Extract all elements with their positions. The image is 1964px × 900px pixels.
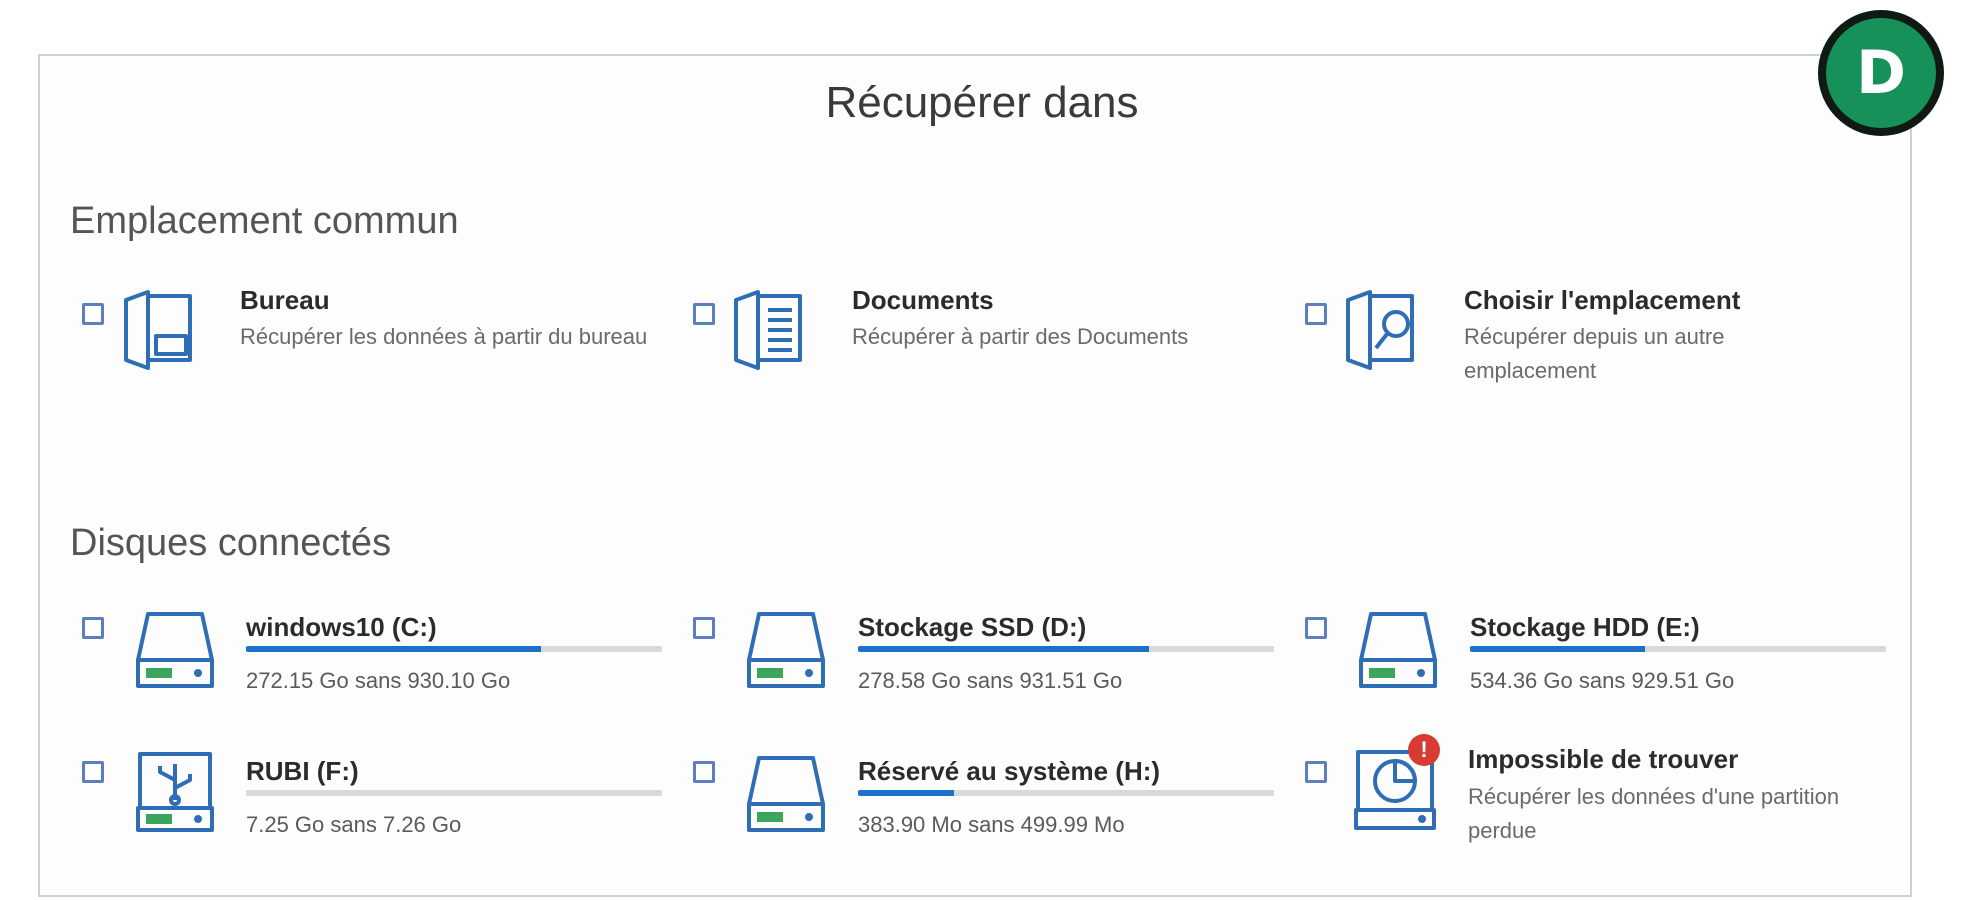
disk-d-size: 278.58 Go sans 931.51 Go	[858, 668, 1123, 693]
documents-location-desc: Récupérer à partir des Documents	[852, 324, 1189, 349]
disk-d-name: Stockage SSD (D:)	[858, 612, 1087, 642]
disk-e-size: 534.36 Go sans 929.51 Go	[1470, 668, 1735, 693]
disk-e-usage-fill	[1470, 646, 1645, 652]
disk-h-size: 383.90 Mo sans 499.99 Mo	[858, 812, 1125, 837]
disk-c-name: windows10 (C:)	[246, 612, 437, 642]
choose-location-checkbox[interactable]	[1305, 303, 1327, 325]
disk-h-checkbox[interactable]	[693, 761, 715, 783]
common-locations-heading: Emplacement commun	[70, 200, 459, 242]
desktop-location-desc: Récupérer les données à partir du bureau	[240, 324, 648, 349]
documents-folder-icon	[734, 290, 802, 370]
disk-c-usage-fill	[246, 646, 542, 652]
disk-e-checkbox[interactable]	[1305, 617, 1327, 639]
documents-checkbox[interactable]	[693, 303, 715, 325]
disk-h-name: Réservé au système (H:)	[858, 756, 1161, 786]
disk-f-usage-bar	[246, 790, 662, 796]
disk-d-usage-fill	[858, 646, 1150, 652]
documents-location-name: Documents	[852, 285, 994, 315]
folder-search-icon	[1346, 290, 1414, 370]
choose-location-name: Choisir l'emplacement	[1464, 285, 1741, 315]
hard-drive-icon	[136, 612, 214, 688]
lost-partition-desc: Récupérer les données d'une partition pe…	[1468, 784, 1840, 843]
desktop-checkbox[interactable]	[82, 303, 104, 325]
disk-e-usage-bar	[1470, 646, 1886, 652]
disk-h-usage-bar	[858, 790, 1274, 796]
disk-e-name: Stockage HDD (E:)	[1470, 612, 1700, 642]
usb-drive-icon	[136, 752, 214, 832]
disk-f-checkbox[interactable]	[82, 761, 104, 783]
lost-partition-checkbox[interactable]	[1305, 761, 1327, 783]
disk-c-usage-bar	[246, 646, 662, 652]
connected-disks-heading: Disques connectés	[70, 522, 392, 564]
choose-location-desc: Récupérer depuis un autre emplacement	[1464, 324, 1725, 383]
disk-f-name: RUBI (F:)	[246, 756, 359, 786]
desktop-folder-icon	[124, 290, 192, 370]
disk-c-size: 272.15 Go sans 930.10 Go	[246, 668, 511, 693]
hard-drive-icon	[1359, 612, 1437, 688]
disk-h-usage-fill	[858, 790, 954, 796]
dialog-title: Récupérer dans	[825, 78, 1139, 127]
lost-partition-name: Impossible de trouver	[1468, 744, 1739, 774]
disk-c-checkbox[interactable]	[82, 617, 104, 639]
disk-f-size: 7.25 Go sans 7.26 Go	[246, 812, 462, 837]
disk-d-checkbox[interactable]	[693, 617, 715, 639]
alert-icon: !	[1408, 734, 1440, 766]
disk-d-usage-bar	[858, 646, 1274, 652]
hard-drive-icon	[747, 756, 825, 832]
hard-drive-icon	[747, 612, 825, 688]
desktop-location-name: Bureau	[240, 285, 330, 315]
